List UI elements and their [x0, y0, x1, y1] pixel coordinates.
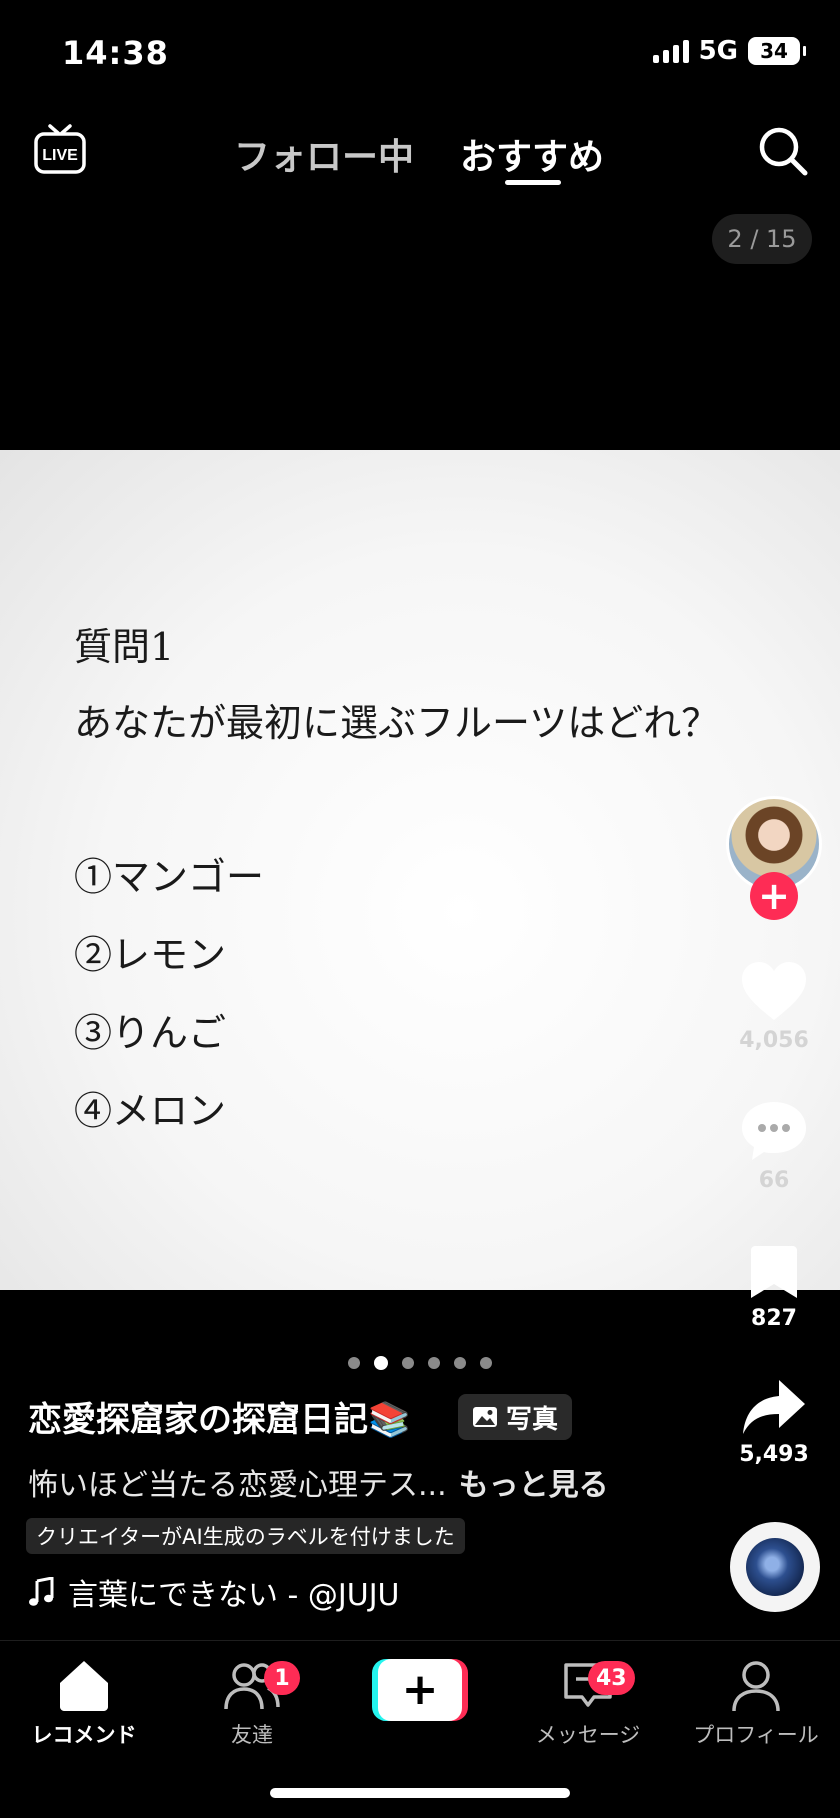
status-bar: 14:38 5G 34	[0, 0, 840, 100]
photo-badge-label: 写真	[506, 1404, 559, 1435]
live-icon-label: LIVE	[42, 147, 78, 164]
nav-profile[interactable]: プロフィール	[672, 1655, 840, 1749]
plus-icon: +	[378, 1659, 462, 1721]
carousel-dots	[348, 1356, 492, 1370]
nav-friends[interactable]: 友達 1	[168, 1655, 336, 1749]
option-1: ①マンゴー	[74, 855, 265, 899]
creator-name[interactable]: 恋愛探窟家の探窟日記📚	[28, 1392, 410, 1441]
music-disc-art	[746, 1538, 804, 1596]
comment-icon	[742, 1102, 806, 1160]
carousel-dot[interactable]	[428, 1357, 440, 1369]
question-label: 質問1	[74, 625, 175, 669]
option-4: ④メロン	[74, 1089, 227, 1133]
carousel-dot-active[interactable]	[374, 1356, 388, 1370]
search-icon[interactable]	[756, 124, 810, 178]
music-note-icon	[29, 1577, 54, 1606]
network-label: 5G	[698, 36, 738, 66]
comment-count: 66	[758, 1168, 790, 1193]
question-text: あなたが最初に選ぶフルーツはどれ？	[74, 701, 720, 745]
home-indicator[interactable]	[270, 1788, 570, 1798]
carousel-dot[interactable]	[480, 1357, 492, 1369]
nav-friends-label: 友達	[231, 1723, 273, 1747]
music-info[interactable]: 言葉にできない - @JUJU	[28, 1570, 400, 1614]
music-title: 言葉にできない - @JUJU	[68, 1578, 400, 1613]
heart-icon	[742, 962, 806, 1020]
music-disc[interactable]	[730, 1522, 820, 1612]
carousel-dot[interactable]	[402, 1357, 414, 1369]
follow-button[interactable]: +	[750, 872, 798, 920]
post-caption[interactable]: 怖いほど当たる恋愛心理テス... もっと見る	[28, 1460, 609, 1504]
status-time: 14:38	[62, 34, 169, 72]
live-icon[interactable]: LIVE	[32, 122, 88, 178]
like-count: 4,056	[739, 1028, 809, 1053]
share-icon	[743, 1380, 805, 1434]
option-3: ③りんご	[74, 1011, 227, 1055]
create-button[interactable]: +	[372, 1659, 468, 1721]
ai-generated-label: クリエイターがAI生成のラベルを付けました	[26, 1518, 465, 1554]
see-more-link[interactable]: もっと見る	[459, 1468, 609, 1503]
active-tab-indicator	[505, 180, 561, 185]
nav-profile-label: プロフィール	[693, 1723, 819, 1747]
friends-badge: 1	[264, 1661, 300, 1695]
option-2: ②レモン	[74, 933, 227, 977]
tab-for-you[interactable]: おすすめ	[460, 128, 604, 180]
signal-icon	[652, 39, 689, 63]
share-button[interactable]: 5,493	[726, 1378, 822, 1467]
like-button[interactable]: 4,056	[726, 960, 822, 1053]
carousel-dot[interactable]	[454, 1357, 466, 1369]
status-indicators: 5G 34	[652, 36, 806, 66]
nav-inbox-label: メッセージ	[535, 1723, 641, 1747]
comment-button[interactable]: 66	[726, 1100, 822, 1193]
photo-badge: 写真	[458, 1394, 573, 1440]
top-nav: LIVE フォロー中 おすすめ	[0, 110, 840, 200]
photo-icon	[473, 1407, 497, 1427]
battery-icon: 34	[748, 37, 806, 65]
inbox-badge: 43	[588, 1661, 635, 1695]
nav-home-label: レコメンド	[31, 1723, 137, 1747]
tab-following[interactable]: フォロー中	[234, 128, 414, 180]
photo-slide[interactable]: 質問1 あなたが最初に選ぶフルーツはどれ？ ①マンゴー ②レモン ③りんご ④メ…	[0, 450, 840, 1290]
share-count: 5,493	[739, 1442, 809, 1467]
save-count: 827	[751, 1306, 797, 1331]
page-counter: 2 / 15	[712, 214, 812, 264]
home-icon	[60, 1661, 108, 1711]
bookmark-icon	[751, 1246, 797, 1298]
save-button[interactable]: 827	[726, 1244, 822, 1331]
carousel-dot[interactable]	[348, 1357, 360, 1369]
profile-icon	[732, 1661, 780, 1712]
nav-inbox[interactable]: メッセージ 43	[504, 1655, 672, 1749]
nav-home[interactable]: レコメンド	[0, 1655, 168, 1749]
caption-text: 怖いほど当たる恋愛心理テス...	[28, 1468, 447, 1503]
